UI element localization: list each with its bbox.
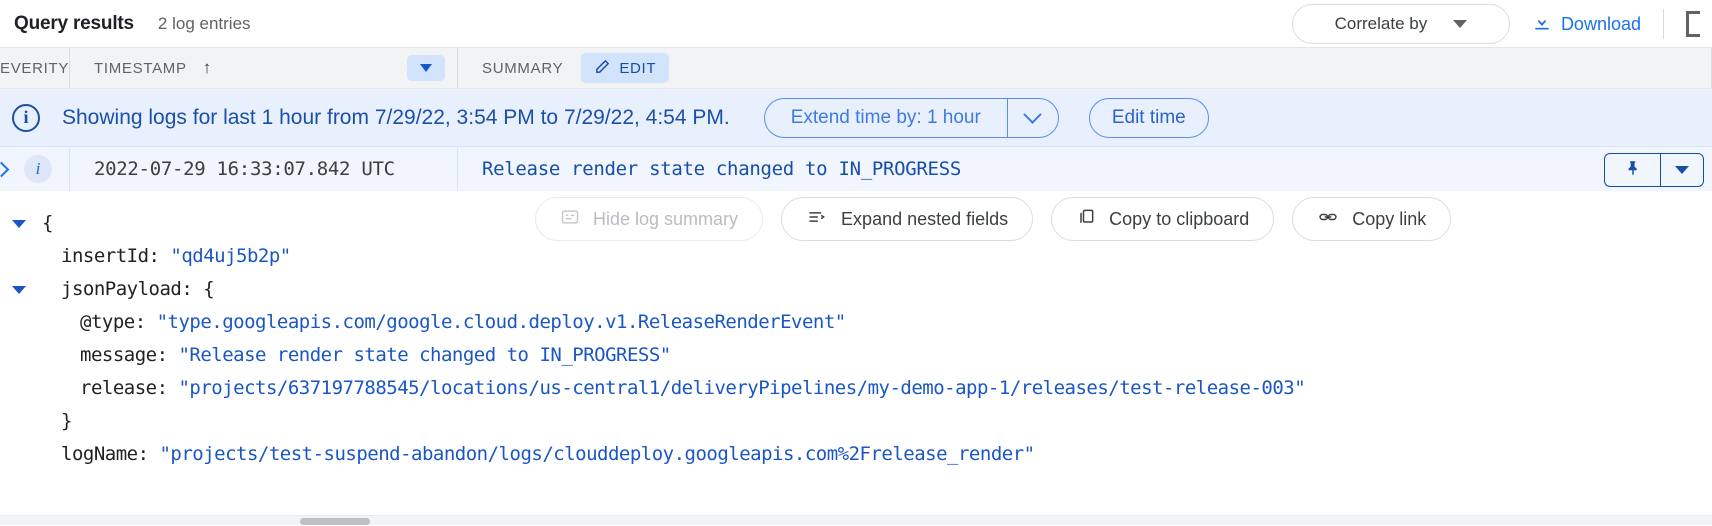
json-line: } [0, 405, 1712, 438]
column-header-timestamp[interactable]: TIMESTAMP ↑ [70, 48, 458, 88]
extend-time-label: Extend time by: 1 hour [791, 107, 981, 129]
download-label: Download [1561, 14, 1641, 35]
log-entry-count: 2 log entries [158, 14, 251, 34]
info-severity-badge: i [24, 155, 52, 183]
header-actions: Correlate by Download [1292, 0, 1712, 48]
log-entry-severity-cell: i [0, 147, 70, 191]
download-icon [1532, 12, 1552, 37]
hide-log-summary-label: Hide log summary [593, 209, 738, 230]
copy-to-clipboard-button[interactable]: Copy to clipboard [1051, 197, 1274, 241]
json-key: message: [80, 339, 178, 372]
header-divider [1663, 9, 1664, 39]
extend-time-button[interactable]: Extend time by: 1 hour [764, 98, 1007, 138]
copy-link-label: Copy link [1352, 209, 1426, 230]
chevron-down-icon[interactable] [8, 220, 30, 228]
expand-fields-icon [806, 207, 828, 232]
correlate-by-label: Correlate by [1335, 14, 1428, 34]
pin-icon [1624, 159, 1642, 182]
extend-time-dropdown-button[interactable] [1007, 98, 1059, 138]
copy-icon [1076, 207, 1096, 232]
expand-nested-fields-label: Expand nested fields [841, 209, 1008, 230]
chevron-down-icon[interactable] [8, 286, 30, 294]
query-results-header: Query results 2 log entries Correlate by… [0, 0, 1712, 48]
json-punctuation: { [203, 273, 214, 306]
sort-ascending-icon[interactable]: ↑ [203, 58, 212, 78]
hide-log-summary-button[interactable]: Hide log summary [535, 197, 763, 241]
extend-time-group: Extend time by: 1 hour [764, 98, 1059, 138]
json-line: jsonPayload: { [0, 273, 1712, 306]
json-line: release: "projects/637197788545/location… [0, 372, 1712, 405]
json-line: insertId: "qd4uj5b2p" [0, 240, 1712, 273]
time-range-message: Showing logs for last 1 hour from 7/29/2… [62, 106, 730, 130]
pin-button[interactable] [1604, 153, 1660, 187]
edit-summary-label: EDIT [619, 60, 656, 77]
column-header-summary-label: SUMMARY [482, 60, 563, 77]
chevron-down-icon [1024, 105, 1042, 123]
json-key: @type: [80, 306, 157, 339]
page-title: Query results [14, 13, 134, 35]
edit-summary-fields-button[interactable]: EDIT [581, 53, 669, 83]
info-icon: i [12, 104, 40, 132]
json-value: "type.googleapis.com/google.cloud.deploy… [157, 306, 846, 339]
json-line: message: "Release render state changed t… [0, 339, 1712, 372]
json-punctuation: } [61, 405, 72, 438]
download-button[interactable]: Download [1532, 12, 1641, 37]
expand-corner-icon[interactable] [1680, 11, 1706, 37]
chevron-down-icon [1453, 20, 1467, 28]
pencil-icon [594, 58, 611, 79]
time-range-banner: i Showing logs for last 1 hour from 7/29… [0, 89, 1712, 147]
copy-to-clipboard-label: Copy to clipboard [1109, 209, 1249, 230]
log-entry-detail-panel: Hide log summary Expand nested fields Co… [0, 191, 1712, 525]
chevron-down-icon [420, 64, 432, 72]
pin-dropdown-button[interactable] [1660, 153, 1704, 187]
edit-time-label: Edit time [1112, 107, 1186, 129]
timestamp-dropdown-button[interactable] [407, 55, 445, 81]
chevron-right-icon[interactable] [0, 164, 14, 175]
edit-time-button[interactable]: Edit time [1089, 98, 1209, 138]
json-value: "Release render state changed to IN_PROG… [178, 339, 670, 372]
json-value: "qd4uj5b2p" [170, 240, 290, 273]
json-key: release: [80, 372, 178, 405]
column-header-timestamp-label: TIMESTAMP [94, 60, 187, 77]
pin-entry-group [1604, 153, 1704, 187]
log-entry-summary[interactable]: Release render state changed to IN_PROGR… [458, 147, 1712, 191]
link-icon [1317, 207, 1339, 232]
scrollbar-thumb[interactable] [300, 518, 370, 525]
json-key: jsonPayload: [61, 273, 203, 306]
log-entry-row[interactable]: i 2022-07-29 16:33:07.842 UTC Release re… [0, 147, 1712, 191]
detail-toolbar: Hide log summary Expand nested fields Co… [535, 197, 1451, 241]
expand-nested-fields-button[interactable]: Expand nested fields [781, 197, 1033, 241]
correlate-by-button[interactable]: Correlate by [1292, 4, 1510, 44]
json-key: insertId: [61, 240, 170, 273]
chevron-down-icon [1675, 166, 1689, 174]
json-line: @type: "type.googleapis.com/google.cloud… [0, 306, 1712, 339]
summary-panel-icon [560, 207, 580, 232]
json-value: "projects/test-suspend-abandon/logs/clou… [159, 438, 1034, 471]
copy-link-button[interactable]: Copy link [1292, 197, 1451, 241]
json-key: logName: [61, 438, 159, 471]
json-value: "projects/637197788545/locations/us-cent… [178, 372, 1305, 405]
horizontal-scrollbar[interactable] [0, 515, 1712, 525]
column-header-severity-label: EVERITY [0, 60, 69, 77]
log-entry-timestamp: 2022-07-29 16:33:07.842 UTC [70, 147, 458, 191]
log-table-column-headers: EVERITY TIMESTAMP ↑ SUMMARY EDIT [0, 48, 1712, 89]
json-punctuation: { [42, 207, 53, 240]
column-header-summary[interactable]: SUMMARY EDIT [458, 48, 1712, 88]
column-header-severity[interactable]: EVERITY [0, 48, 70, 88]
json-line: logName: "projects/test-suspend-abandon/… [0, 438, 1712, 471]
